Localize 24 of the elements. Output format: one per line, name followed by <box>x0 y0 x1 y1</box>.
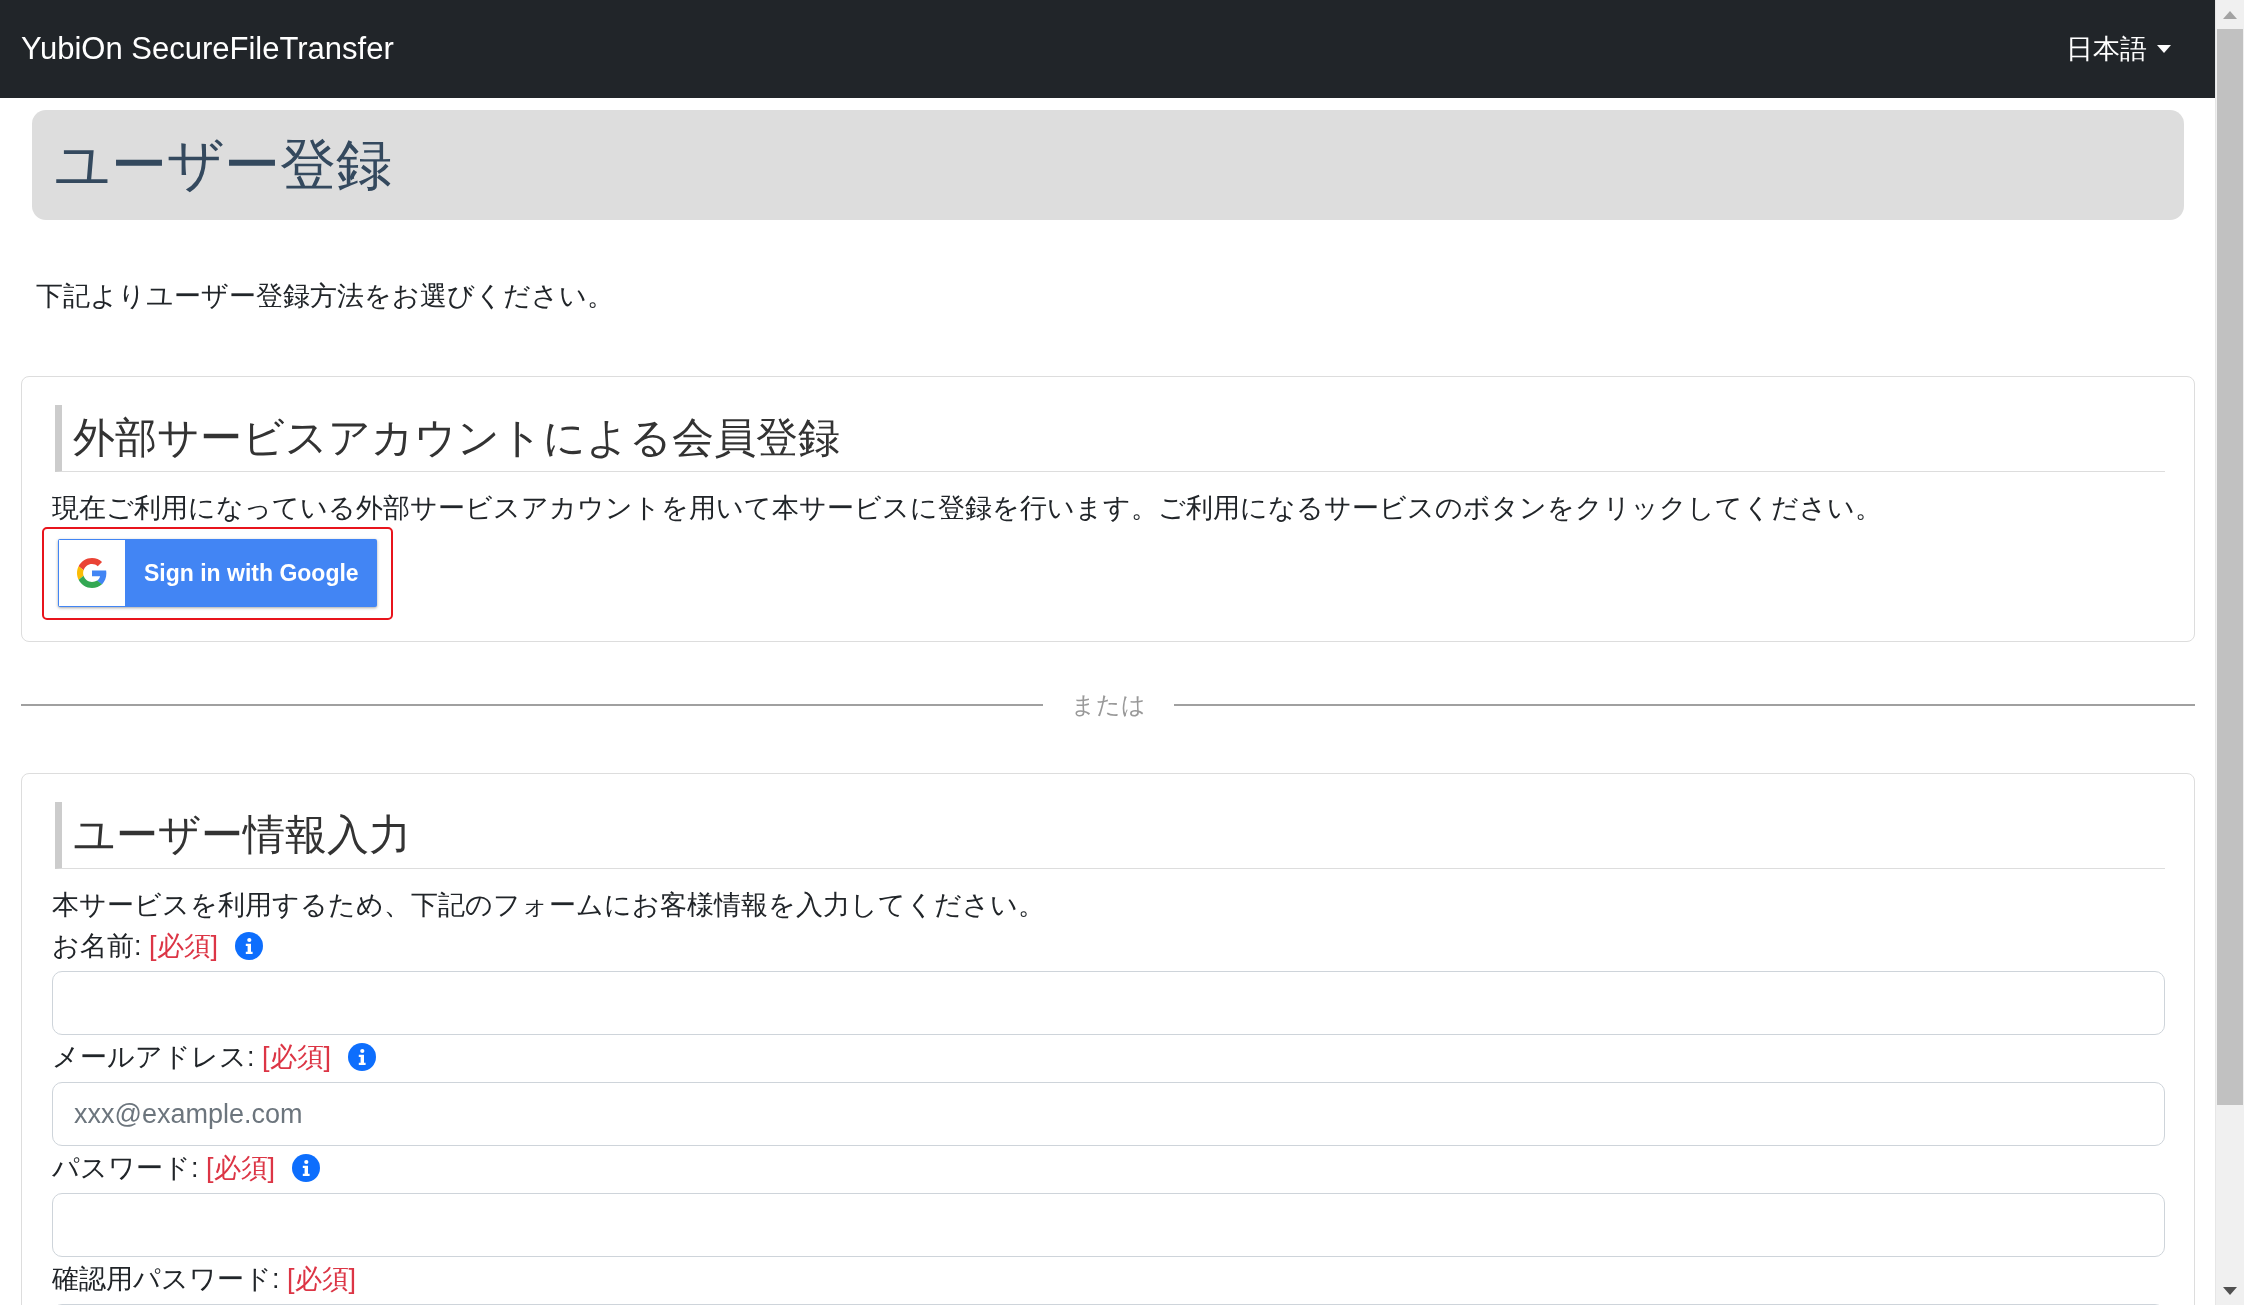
page-title: ユーザー登録 <box>54 132 392 198</box>
caret-down-icon <box>2157 45 2171 53</box>
input-field[interactable] <box>52 1193 2165 1257</box>
divider-label: または <box>1070 690 1146 720</box>
input-field[interactable] <box>52 971 2165 1035</box>
field-label: 確認用パスワード: [必須] <box>52 1263 357 1296</box>
google-logo-icon <box>59 540 125 606</box>
section-description: 現在ご利用になっている外部サービスアカウントを用いて本サービスに登録を行います。ご利用になるサービスのボタンをクリックしてください。 <box>52 492 1883 525</box>
intro-text: 下記よりユーザー登録方法をお選びください。 <box>35 280 615 313</box>
brand-link[interactable]: YubiOn SecureFileTransfer <box>21 29 394 69</box>
scroll-down-icon[interactable] <box>2223 1286 2237 1295</box>
scrollbar-thumb[interactable] <box>2217 29 2243 1105</box>
section-heading: ユーザー情報入力 <box>55 802 2165 869</box>
google-sign-in-button[interactable]: Sign in with Google <box>58 539 377 607</box>
input-field[interactable]: xxx@example.com <box>52 1082 2165 1146</box>
section-description: 本サービスを利用するため、下記のフォームにお客様情報を入力してください。 <box>52 889 1046 922</box>
field-label: パスワード: [必須] <box>52 1152 276 1185</box>
info-icon[interactable] <box>348 1043 377 1071</box>
language-dropdown[interactable]: 日本語 <box>2066 29 2171 69</box>
section-heading: 外部サービスアカウントによる会員登録 <box>55 405 2165 472</box>
info-icon[interactable] <box>235 932 264 960</box>
info-icon[interactable] <box>292 1154 321 1182</box>
field-label: お名前: [必須] <box>52 930 219 963</box>
field-label: メールアドレス: [必須] <box>52 1041 332 1074</box>
